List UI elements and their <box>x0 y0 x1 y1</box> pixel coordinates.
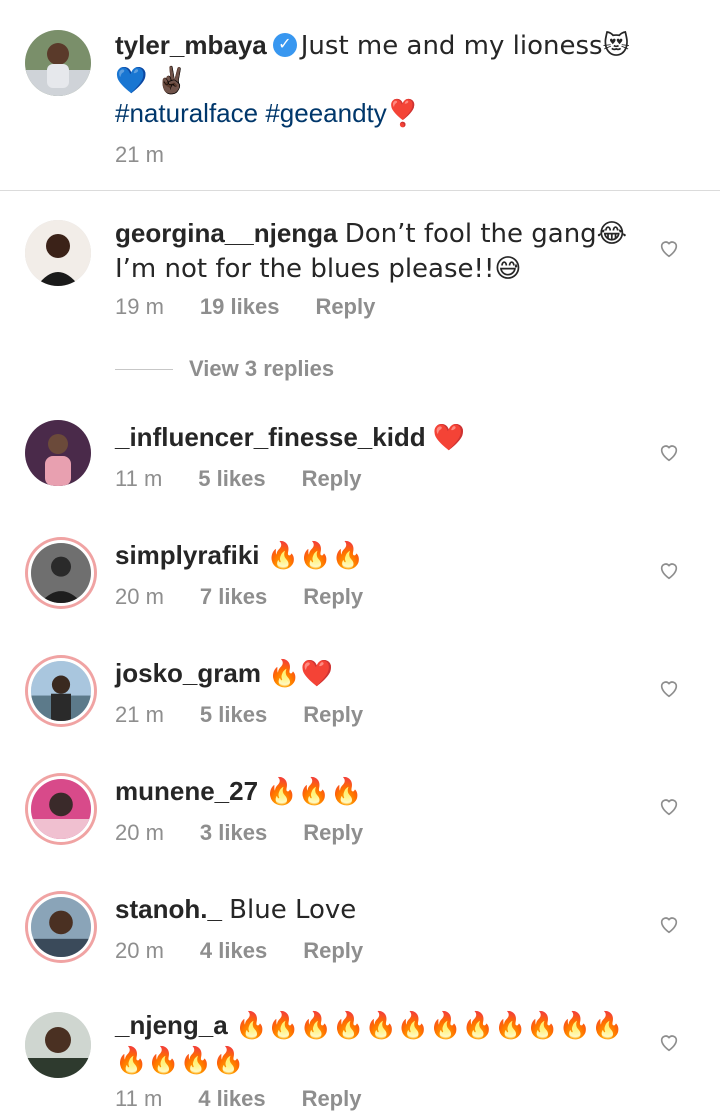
comment-text: 🔥🔥🔥 <box>266 541 364 571</box>
comment-text: 🔥❤️ <box>268 659 333 689</box>
likes-count[interactable]: 4 likes <box>198 1086 265 1112</box>
post-time: 21 m <box>115 142 164 167</box>
comment-time: 19 m <box>115 294 164 319</box>
like-heart-icon[interactable] <box>658 1031 680 1053</box>
avatar[interactable] <box>25 30 91 96</box>
comment-username[interactable]: stanoh._ <box>115 894 222 924</box>
view-replies-button[interactable]: View 3 replies <box>115 356 334 382</box>
reply-button[interactable]: Reply <box>303 820 363 846</box>
avatar[interactable] <box>28 894 94 960</box>
likes-count[interactable]: 5 likes <box>198 466 265 492</box>
reply-button[interactable]: Reply <box>303 702 363 728</box>
comment-text: Blue Love <box>229 895 357 925</box>
reply-button[interactable]: Reply <box>302 1086 362 1112</box>
comment-username[interactable]: _influencer_finesse_kidd <box>115 422 426 452</box>
comment-time: 11 m <box>115 1086 163 1111</box>
likes-count[interactable]: 7 likes <box>200 584 267 610</box>
like-heart-icon[interactable] <box>658 441 680 463</box>
avatar[interactable] <box>28 540 94 606</box>
comment-text: ❤️ <box>432 423 466 453</box>
comment-time: 11 m <box>115 466 163 491</box>
avatar[interactable] <box>25 1012 91 1078</box>
reply-button[interactable]: Reply <box>315 294 375 320</box>
post-username[interactable]: tyler_mbaya <box>115 30 267 60</box>
comment-time: 20 m <box>115 820 164 845</box>
reply-button[interactable]: Reply <box>302 466 362 492</box>
divider <box>0 190 720 191</box>
post-hashtags[interactable]: #naturalface #geeandty❣️ <box>115 96 650 130</box>
avatar[interactable] <box>28 658 94 724</box>
verified-badge-icon: ✓ <box>272 33 297 58</box>
reply-button[interactable]: Reply <box>303 584 363 610</box>
post-caption: tyler_mbaya ✓ Just me and my lioness😻💙 ✌🏿 … <box>0 0 720 190</box>
likes-count[interactable]: 4 likes <box>200 938 267 964</box>
like-heart-icon[interactable] <box>658 677 680 699</box>
comment-text: 🔥🔥🔥 <box>265 777 363 807</box>
likes-count[interactable]: 3 likes <box>200 820 267 846</box>
like-heart-icon[interactable] <box>658 913 680 935</box>
reply-button[interactable]: Reply <box>303 938 363 964</box>
view-replies-label: View 3 replies <box>189 356 335 381</box>
comment-time: 20 m <box>115 938 164 963</box>
comment-time: 21 m <box>115 702 164 727</box>
comment-username[interactable]: _njeng_a <box>115 1010 228 1040</box>
avatar[interactable] <box>28 776 94 842</box>
comment-username[interactable]: simplyrafiki <box>115 540 260 570</box>
avatar[interactable] <box>25 420 91 486</box>
likes-count[interactable]: 5 likes <box>200 702 267 728</box>
like-heart-icon[interactable] <box>658 237 680 259</box>
like-heart-icon[interactable] <box>658 559 680 581</box>
like-heart-icon[interactable] <box>658 795 680 817</box>
comment-username[interactable]: josko_gram <box>115 658 261 688</box>
divider-line <box>115 368 173 370</box>
comment-time: 20 m <box>115 584 164 609</box>
likes-count[interactable]: 19 likes <box>200 294 280 320</box>
comment-username[interactable]: munene_27 <box>115 776 258 806</box>
comment-username[interactable]: georgina__njenga <box>115 218 338 248</box>
avatar[interactable] <box>25 220 91 286</box>
